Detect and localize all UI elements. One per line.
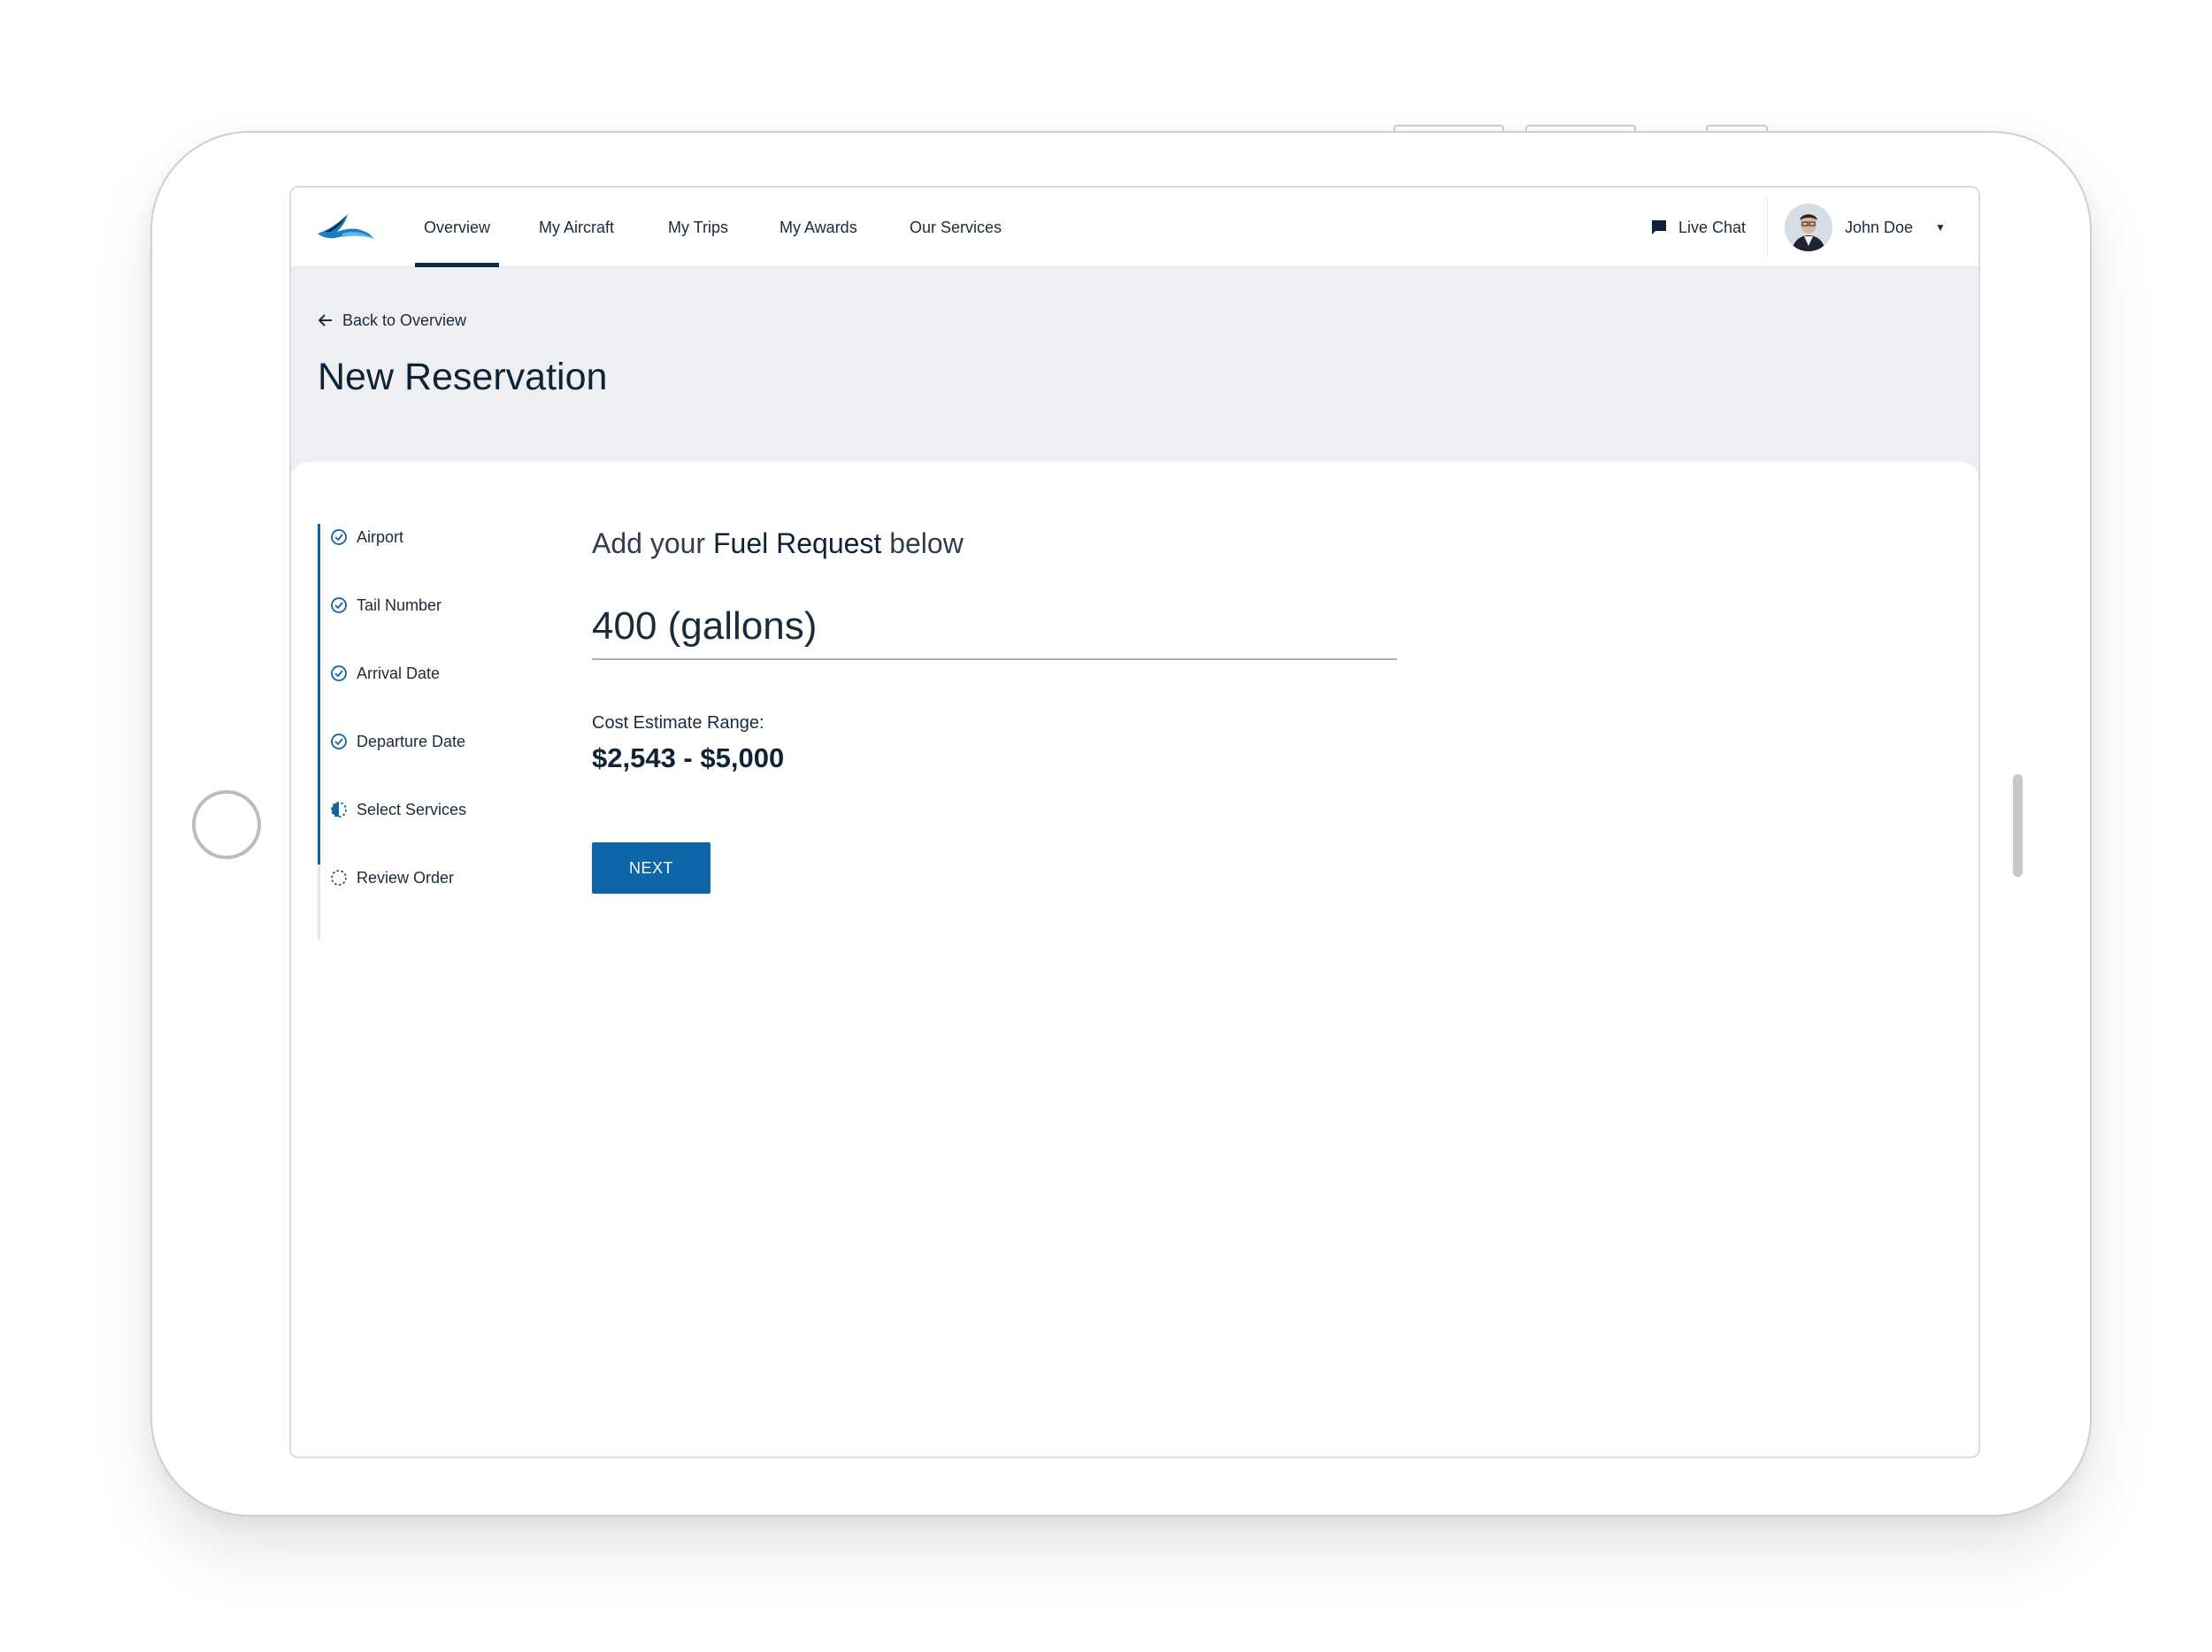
check-circle-icon (331, 733, 347, 749)
caret-down-icon[interactable]: ▼ (1935, 188, 1946, 267)
live-chat-button[interactable]: Live Chat (1650, 188, 1746, 267)
half-circle-icon (331, 801, 347, 818)
step-label: Select Services (357, 801, 467, 818)
nav-item-my-awards[interactable]: My Awards (780, 188, 857, 267)
live-chat-label: Live Chat (1678, 219, 1747, 236)
avatar (1785, 204, 1832, 251)
page-header: Back to Overview New Reservation (291, 267, 1978, 471)
step-label: Tail Number (357, 596, 442, 614)
back-to-overview-link[interactable]: Back to Overview (318, 311, 466, 330)
step-airport[interactable]: Airport (330, 524, 403, 550)
step-select-services[interactable]: Select Services (330, 796, 466, 823)
cost-estimate-range: $2,543 - $5,000 (592, 742, 785, 773)
nav-divider (1767, 198, 1768, 257)
back-link-label: Back to Overview (342, 311, 467, 329)
reservation-content: Airport Tail Number Arrival Date Departu… (291, 462, 1978, 1456)
steps-progress-bar (318, 524, 320, 864)
reservation-steps: Airport Tail Number Arrival Date Departu… (318, 524, 548, 940)
nav-item-my-aircraft[interactable]: My Aircraft (539, 188, 614, 267)
prompt-suffix: below (881, 527, 964, 559)
tablet-home-button (192, 790, 261, 859)
dashed-circle-icon (331, 870, 347, 886)
page-title: New Reservation (318, 356, 608, 398)
step-label: Review Order (357, 869, 455, 887)
user-avatar-icon (1785, 204, 1832, 251)
bird-wing-logo-icon[interactable] (316, 207, 378, 248)
top-navigation: Overview My Aircraft My Trips My Awards … (291, 188, 1978, 267)
step-tail-number[interactable]: Tail Number (330, 592, 442, 619)
step-label: Arrival Date (357, 665, 441, 682)
step-label: Departure Date (357, 733, 466, 750)
fuel-request-prompt: Add your Fuel Request below (592, 527, 964, 560)
fuel-quantity-input[interactable] (592, 595, 1397, 660)
arrow-left-icon (318, 314, 332, 327)
nav-item-overview[interactable]: Overview (414, 188, 500, 267)
tablet-side-indicator (2013, 774, 2023, 877)
step-label: Airport (357, 528, 404, 546)
app-screen: Overview My Aircraft My Trips My Awards … (289, 186, 1980, 1458)
user-name: John Doe (1845, 219, 1914, 236)
check-circle-icon (331, 596, 347, 613)
nav-item-my-trips[interactable]: My Trips (668, 188, 728, 267)
chat-bubble-icon (1652, 219, 1666, 234)
nav-item-our-services[interactable]: Our Services (910, 188, 1002, 267)
check-circle-icon (331, 528, 347, 545)
prompt-emphasis: Fuel Request (712, 527, 882, 559)
prompt-prefix: Add your (592, 527, 713, 559)
step-review-order[interactable]: Review Order (330, 864, 454, 891)
next-button[interactable]: NEXT (592, 842, 710, 894)
step-departure-date[interactable]: Departure Date (330, 728, 465, 755)
cost-estimate-label: Cost Estimate Range: (592, 713, 764, 733)
step-arrival-date[interactable]: Arrival Date (330, 660, 440, 687)
check-circle-icon (331, 665, 347, 681)
